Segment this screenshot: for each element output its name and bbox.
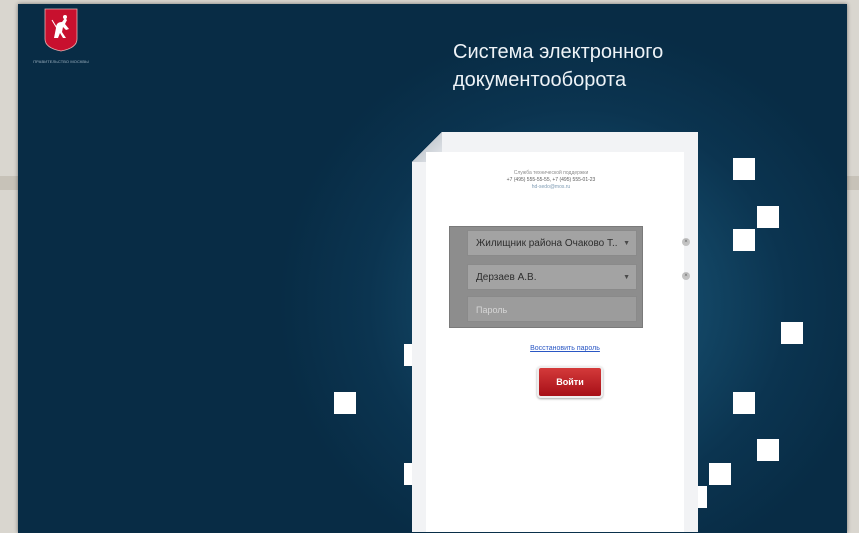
user-select[interactable]: Дерзаев А.В. ▼ [467,264,637,290]
decor-square [757,439,779,461]
clear-organization-icon[interactable]: × [682,238,690,246]
support-info: Служба технической поддержки +7 (495) 55… [446,170,656,191]
login-button[interactable]: Войти [537,366,603,398]
document-sheet [426,152,684,532]
password-placeholder: Пароль [476,305,508,315]
support-phones: +7 (495) 555-55-55, +7 (495) 555-01-23 [506,177,596,183]
decor-square [709,463,731,485]
logo-caption: ПРАВИТЕЛЬСТВО МОСКВЫ [33,59,89,64]
clear-user-icon[interactable]: × [682,272,690,280]
support-email: hd-sedo@mos.ru [531,184,571,190]
decor-square [781,322,803,344]
support-label: Служба технической поддержки [513,170,589,176]
decor-square [733,158,755,180]
decor-square [733,392,755,414]
decor-square [334,392,356,414]
organization-value: Жилищник района Очаково Т.. [476,238,618,249]
chevron-down-icon: ▼ [623,274,630,281]
moscow-logo: ПРАВИТЕЛЬСТВО МОСКВЫ [32,8,90,88]
password-input[interactable]: Пароль [467,296,637,322]
title-line-1: Система электронного [453,41,664,63]
title-line-2: документооборота [453,69,627,91]
organization-select[interactable]: Жилищник района Очаково Т.. ▼ [467,230,637,256]
decor-square [733,229,755,251]
page-title: Система электронного документооборота [453,38,663,94]
decor-square [757,206,779,228]
chevron-down-icon: ▼ [623,240,630,247]
restore-password-link[interactable]: Восстановить пароль [498,345,632,352]
user-value: Дерзаев А.В. [476,272,537,283]
coat-of-arms-icon [44,8,78,52]
